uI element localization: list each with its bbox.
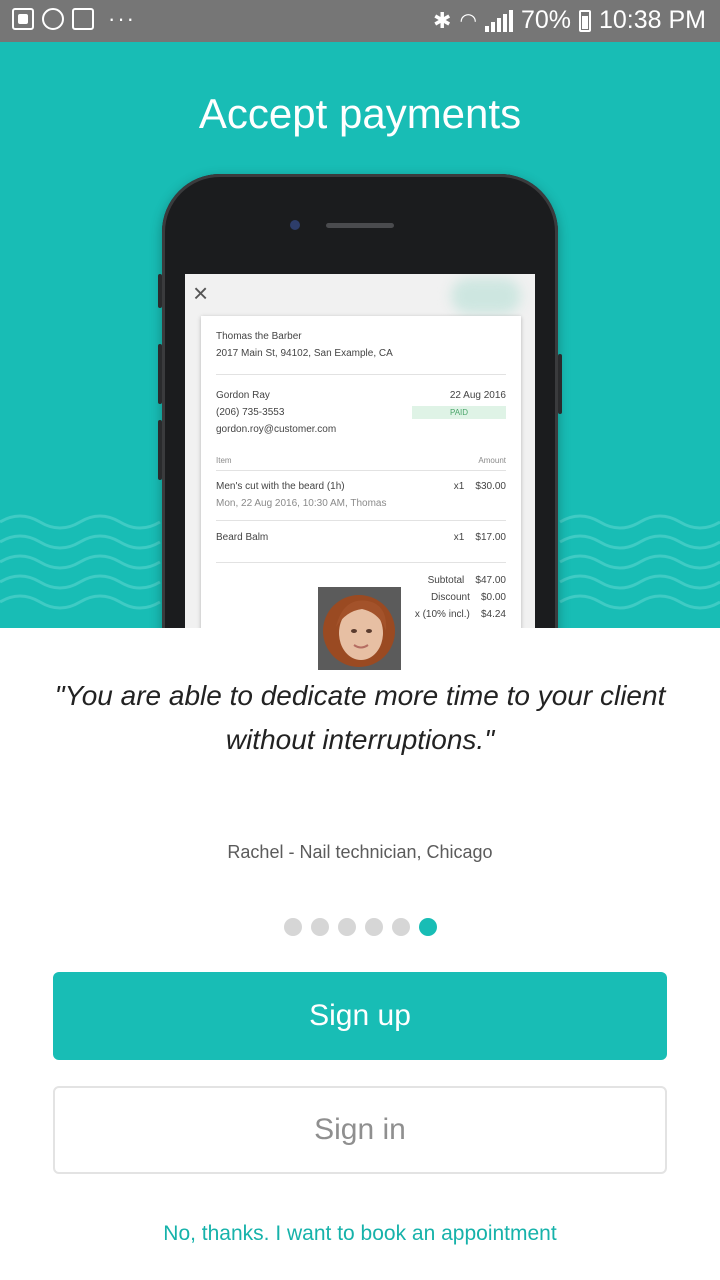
receipt-card: Thomas the Barber 2017 Main St, 94102, S… (201, 316, 521, 628)
status-badge: PAID (412, 406, 506, 419)
avatar-portrait (318, 587, 401, 670)
page-dot[interactable] (310, 918, 329, 936)
mail-icon (72, 8, 94, 30)
customer-email: gordon.roy@customer.com (216, 424, 337, 435)
divider (216, 374, 506, 375)
customer-info: Gordon Ray 22 Aug 2016 (206) 735-3553 PA… (216, 387, 506, 438)
item-qty-amount: x1 $30.00 (454, 478, 506, 495)
total-value: $4.24 (480, 609, 506, 620)
page-dot[interactable] (364, 918, 383, 936)
signup-button[interactable]: Sign up (53, 972, 667, 1060)
item-qty: x1 (453, 532, 465, 543)
item-name: Beard Balm (216, 532, 269, 543)
phone-camera (290, 220, 300, 230)
battery-icon (578, 9, 591, 32)
phone-side-button (558, 354, 562, 414)
line-item: Beard Balm x1 $17.00 (216, 529, 506, 546)
total-value: $0.00 (480, 592, 506, 603)
item-name: Men's cut with the beard (1h) (216, 481, 345, 492)
receipt-header: Item Amount (216, 452, 506, 469)
divider (216, 520, 506, 521)
customer-phone: (206) 735-3553 (216, 407, 285, 418)
page-dot[interactable] (391, 918, 410, 936)
page-dot[interactable] (283, 918, 302, 936)
phone-mockup: × Thomas the Barber 2017 Main St, 94102,… (158, 174, 562, 628)
page-dot[interactable] (337, 918, 356, 936)
divider (216, 562, 506, 563)
column-item: Item (216, 456, 232, 465)
blurred-element (451, 278, 521, 314)
receipt-date: 22 Aug 2016 (449, 390, 506, 401)
hero-section: Accept payments × Thomas the Barber 2017… (0, 42, 720, 628)
page-indicator (0, 918, 720, 936)
status-bar-right: ✱ ◠ 70% 10:38 PM (433, 6, 706, 35)
testimonial-author: Rachel - Nail technician, Chicago (227, 842, 493, 862)
total-value: $47.00 (475, 575, 506, 586)
wifi-icon: ◠ (459, 10, 477, 32)
avatar (318, 587, 401, 670)
total-label: x (10% incl.) (414, 609, 470, 620)
close-icon: × (193, 278, 209, 308)
item-amount: $30.00 (475, 481, 506, 492)
book-appointment-link[interactable]: No, thanks. I want to book an appointmen… (0, 1222, 720, 1246)
business-info: Thomas the Barber 2017 Main St, 94102, S… (216, 328, 506, 362)
phone-speaker (326, 223, 394, 228)
phone-side-button (158, 344, 162, 404)
item-qty-amount: x1 $17.00 (454, 529, 506, 546)
phone-side-button (158, 420, 162, 480)
total-label: Subtotal (427, 575, 465, 586)
page-dot-active[interactable] (418, 918, 437, 936)
total-label: Discount (430, 592, 470, 603)
item-detail: Mon, 22 Aug 2016, 10:30 AM, Thomas (216, 498, 387, 509)
sync-icon (42, 8, 64, 30)
signal-icon (484, 9, 513, 32)
hero-title: Accept payments (198, 90, 522, 137)
status-bar: ··· ✱ ◠ 70% 10:38 PM (0, 0, 720, 42)
item-amount: $17.00 (475, 532, 506, 543)
testimonial-quote: "You are able to dedicate more time to y… (54, 680, 666, 755)
phone-screen: × Thomas the Barber 2017 Main St, 94102,… (185, 274, 535, 628)
line-item: Men's cut with the beard (1h) x1 $30.00 … (216, 478, 506, 512)
status-bar-left: ··· (12, 8, 136, 30)
divider (216, 470, 506, 471)
business-name: Thomas the Barber (216, 331, 302, 342)
business-address: 2017 Main St, 94102, San Example, CA (216, 348, 393, 359)
battery-percent: 70% (520, 6, 571, 34)
bluetooth-icon: ✱ (433, 7, 452, 33)
signin-button[interactable]: Sign in (53, 1086, 667, 1174)
item-qty: x1 (453, 481, 465, 492)
phone-side-button (158, 274, 162, 308)
overflow-indicator: ··· (108, 6, 136, 31)
clock: 10:38 PM (598, 6, 706, 34)
column-amount: Amount (478, 456, 506, 465)
customer-name: Gordon Ray (216, 390, 270, 401)
gallery-icon (12, 8, 34, 30)
